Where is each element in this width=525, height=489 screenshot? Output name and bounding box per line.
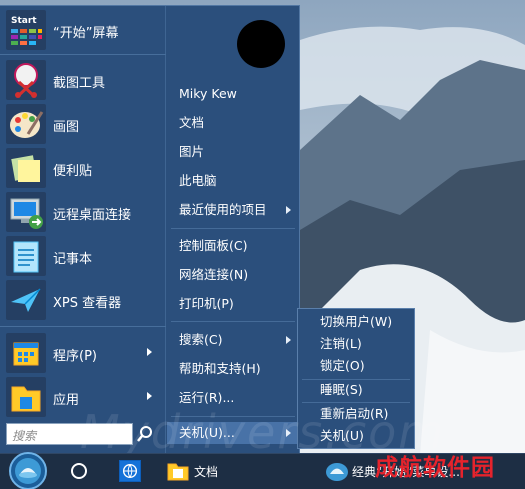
pictures-link[interactable]: 图片 — [167, 141, 299, 163]
sticky-notes-icon — [6, 148, 46, 188]
app-label-remote-desktop: 远程桌面连接 — [53, 208, 132, 223]
app-label-start-screen: “开始”屏幕 — [53, 26, 119, 41]
app-item-xps-viewer[interactable]: XPS 查看器 — [0, 278, 166, 322]
app-item-snipping-tool[interactable]: 截图工具 — [0, 58, 166, 102]
paint-icon — [6, 104, 46, 144]
this-pc-link[interactable]: 此电脑 — [167, 170, 299, 192]
browser-icon[interactable] — [119, 460, 141, 482]
site-watermark: 成航软件园 — [375, 455, 495, 481]
file-explorer-icon[interactable] — [166, 459, 190, 483]
chevron-right-icon — [147, 348, 152, 356]
chevron-right-icon — [147, 392, 152, 400]
recent-items-label: 最近使用的项目 — [179, 202, 267, 217]
cortana-icon[interactable] — [71, 463, 87, 479]
app-label-sticky-notes: 便利贴 — [53, 164, 93, 179]
snipping-tool-icon — [6, 60, 46, 100]
app-label-xps-viewer: XPS 查看器 — [53, 296, 122, 311]
pinned-apps-pane: Start “开始”屏幕 截图工具 画图 便利贴 远程桌面连接 记事本 XPS … — [0, 6, 166, 456]
chevron-right-icon — [286, 429, 291, 437]
divider — [171, 321, 295, 322]
restart-item[interactable]: 重新启动(R) — [298, 403, 414, 425]
logoff-item[interactable]: 注销(L) — [298, 333, 414, 355]
search-menu-label: 搜索(C) — [179, 332, 223, 347]
chevron-right-icon — [286, 336, 291, 344]
avatar[interactable] — [237, 20, 285, 68]
app-label-paint: 画图 — [53, 120, 80, 135]
help-support-link[interactable]: 帮助和支持(H) — [167, 358, 299, 380]
switch-user-item[interactable]: 切换用户(W) — [298, 311, 414, 333]
documents-link[interactable]: 文档 — [167, 112, 299, 134]
notepad-icon — [6, 236, 46, 276]
printers-link[interactable]: 打印机(P) — [167, 293, 299, 315]
chevron-right-icon — [286, 206, 291, 214]
divider — [0, 326, 166, 327]
programs-menu[interactable]: 程序(P) — [0, 331, 166, 375]
apps-icon — [6, 377, 46, 417]
programs-icon — [6, 333, 46, 373]
app-label-notepad: 记事本 — [53, 252, 93, 267]
start-screen-icon-text: Start — [11, 16, 37, 26]
divider — [0, 54, 166, 55]
network-connections-link[interactable]: 网络连接(N) — [167, 264, 299, 286]
power-submenu: 切换用户(W) 注销(L) 锁定(O) 睡眠(S) 重新启动(R) 关机(U) — [297, 308, 415, 449]
system-links-pane: Miky Kew 文档 图片 此电脑 最近使用的项目 控制面板(C) 网络连接(… — [167, 6, 299, 456]
run-link[interactable]: 运行(R)... — [167, 387, 299, 409]
recent-items-menu[interactable]: 最近使用的项目 — [167, 199, 299, 221]
app-item-start-screen[interactable]: Start “开始”屏幕 — [0, 8, 166, 52]
user-name-link[interactable]: Miky Kew — [167, 83, 299, 105]
app-item-paint[interactable]: 画图 — [0, 102, 166, 146]
shutdown-item[interactable]: 关机(U) — [298, 425, 414, 447]
classic-shell-icon[interactable] — [325, 459, 349, 483]
search-input[interactable]: 搜索 — [6, 423, 133, 445]
start-menu: Start “开始”屏幕 截图工具 画图 便利贴 远程桌面连接 记事本 XPS … — [0, 5, 300, 456]
sleep-item[interactable]: 睡眠(S) — [298, 379, 414, 401]
control-panel-link[interactable]: 控制面板(C) — [167, 235, 299, 257]
shutdown-menu[interactable]: 关机(U)... — [167, 422, 299, 444]
shutdown-menu-label: 关机(U)... — [179, 425, 235, 440]
start-screen-icon: Start — [6, 10, 46, 50]
divider — [171, 228, 295, 229]
search-menu[interactable]: 搜索(C) — [167, 329, 299, 351]
divider — [171, 416, 295, 417]
xps-viewer-icon — [6, 280, 46, 320]
programs-label: 程序(P) — [53, 349, 97, 364]
search-icon[interactable] — [136, 425, 154, 443]
app-item-sticky-notes[interactable]: 便利贴 — [0, 146, 166, 190]
app-item-remote-desktop[interactable]: 远程桌面连接 — [0, 190, 166, 234]
remote-desktop-icon — [6, 192, 46, 232]
start-button[interactable] — [8, 452, 48, 489]
app-item-notepad[interactable]: 记事本 — [0, 234, 166, 278]
apps-menu[interactable]: 应用 — [0, 375, 166, 419]
file-explorer-label[interactable]: 文档 — [194, 463, 218, 480]
app-label-snipping-tool: 截图工具 — [53, 76, 106, 91]
lock-item[interactable]: 锁定(O) — [298, 355, 414, 377]
apps-label: 应用 — [53, 393, 80, 408]
